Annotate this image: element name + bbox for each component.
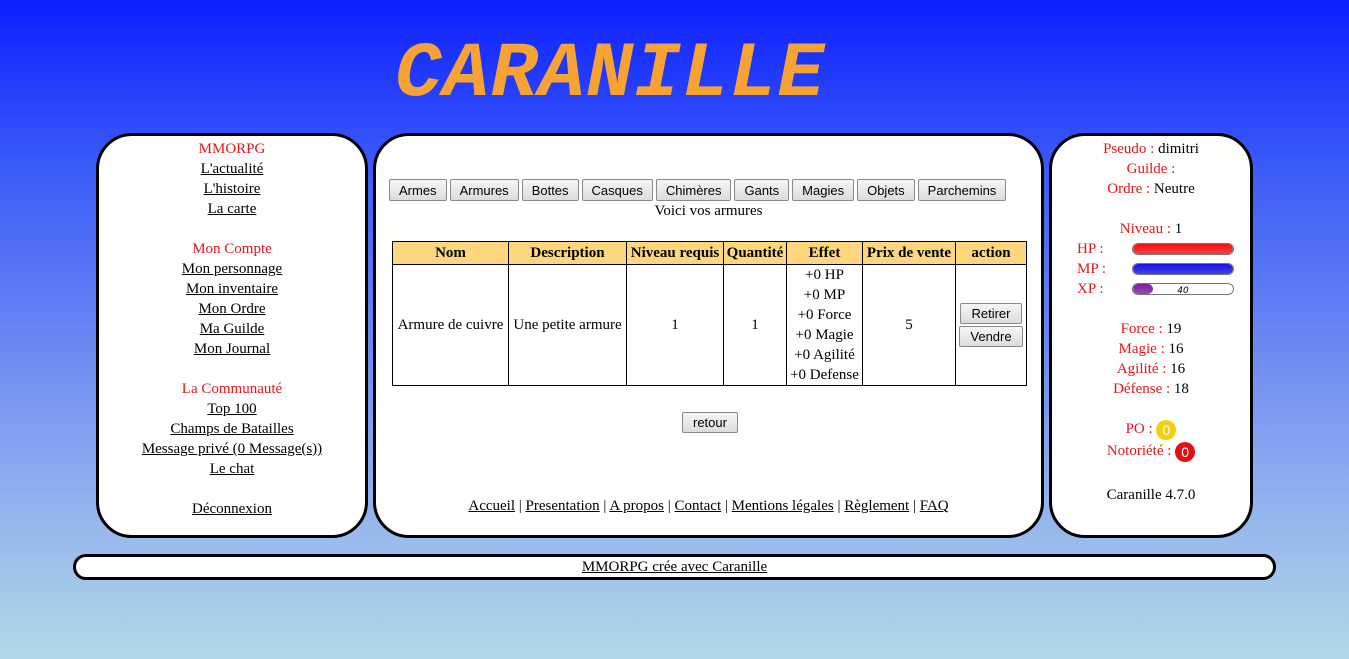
link-presentation[interactable]: Presentation (526, 498, 600, 514)
force-label: Force : (1120, 321, 1163, 337)
xp-bar: 40 (1132, 283, 1234, 295)
main-content: Armes Armures Bottes Casques Chimères Ga… (373, 133, 1044, 538)
site-links: Accueil | Presentation | A propos | Cont… (468, 498, 949, 514)
col-header-action: action (955, 241, 1027, 265)
menu-link-carte[interactable]: La carte (99, 199, 365, 219)
tab-objets[interactable]: Objets (857, 179, 915, 201)
xp-label: XP : (1077, 281, 1104, 297)
inventory-table: Nom Description Niveau requis Quantité E… (392, 241, 1027, 386)
col-header-quantite: Quantité (723, 241, 787, 265)
menu-link-actualite[interactable]: L'actualité (99, 159, 365, 179)
force-value: 19 (1166, 321, 1182, 337)
item-description: Une petite armure (508, 264, 627, 386)
table-row: Armure de cuivre Une petite armure 1 1 +… (392, 264, 1027, 386)
effect-force: +0 Force (797, 307, 852, 323)
niveau-label: Niveau : (1119, 221, 1171, 237)
hp-bar (1132, 243, 1234, 255)
link-mentions[interactable]: Mentions légales (732, 498, 834, 514)
menu-link-top100[interactable]: Top 100 (99, 399, 365, 419)
menu-section-title: Mon Compte (192, 241, 272, 257)
effect-defense: +0 Defense (790, 367, 859, 383)
agilite-label: Agilité : (1116, 361, 1167, 377)
hp-label: HP : (1077, 241, 1104, 257)
agilite-value: 16 (1170, 361, 1186, 377)
xp-row: XP : 40 (1077, 279, 1250, 299)
vendre-button[interactable]: Vendre (959, 326, 1023, 347)
menu-section-title: MMORPG (198, 141, 266, 157)
menu-link-journal[interactable]: Mon Journal (99, 339, 365, 359)
item-price: 5 (862, 264, 956, 386)
hp-bar-fill (1133, 244, 1233, 254)
ordre-value: Neutre (1153, 181, 1195, 197)
menu-link-ordre[interactable]: Mon Ordre (99, 299, 365, 319)
item-level: 1 (626, 264, 724, 386)
defense-value: 18 (1173, 381, 1189, 397)
mp-bar (1132, 263, 1234, 275)
tab-armes[interactable]: Armes (389, 179, 447, 201)
ordre-label: Ordre : (1107, 181, 1151, 197)
po-label: PO : (1125, 421, 1153, 437)
link-accueil[interactable]: Accueil (468, 498, 515, 514)
item-name: Armure de cuivre (392, 264, 509, 386)
pseudo-value: dimitri (1158, 141, 1199, 157)
menu-section-title: La Communauté (181, 381, 283, 397)
link-contact[interactable]: Contact (674, 498, 721, 514)
notoriete-label: Notoriété : (1106, 443, 1172, 459)
notoriete-badge-icon: 0 (1175, 441, 1196, 462)
item-quantity: 1 (723, 264, 787, 386)
col-header-nom: Nom (392, 241, 509, 265)
col-header-niveau: Niveau requis (626, 241, 724, 265)
niveau-value: 1 (1174, 221, 1183, 237)
guilde-label: Guilde : (1126, 161, 1176, 177)
retour-button[interactable]: retour (682, 412, 738, 433)
section-subtitle: Voici vos armures (654, 203, 763, 219)
magie-value: 16 (1168, 341, 1184, 357)
effect-mp: +0 MP (803, 287, 846, 303)
col-header-prix: Prix de vente (862, 241, 956, 265)
menu-link-batailles[interactable]: Champs de Batailles (99, 419, 365, 439)
po-coin-icon: 0 (1156, 419, 1177, 440)
menu-link-messages[interactable]: Message privé (0 Message(s)) (99, 439, 365, 459)
tab-parchemins[interactable]: Parchemins (917, 179, 1007, 201)
item-actions: Retirer Vendre (955, 264, 1027, 386)
character-stats: Pseudo : dimitri Guilde : Ordre : Neutre… (1049, 133, 1253, 538)
tab-gants[interactable]: Gants (734, 179, 790, 201)
site-logo: CARANILLE (395, 31, 826, 119)
magie-label: Magie : (1118, 341, 1165, 357)
menu-link-personnage[interactable]: Mon personnage (99, 259, 365, 279)
page-footer: MMORPG crée avec Caranille (73, 554, 1276, 580)
effect-hp: +0 HP (805, 267, 844, 283)
tab-casques[interactable]: Casques (581, 179, 653, 201)
footer-link[interactable]: MMORPG crée avec Caranille (582, 559, 767, 575)
tab-armures[interactable]: Armures (449, 179, 519, 201)
menu-link-inventaire[interactable]: Mon inventaire (99, 279, 365, 299)
link-apropos[interactable]: A propos (609, 498, 664, 514)
tab-magies[interactable]: Magies (792, 179, 855, 201)
link-faq[interactable]: FAQ (920, 498, 949, 514)
menu-link-histoire[interactable]: L'histoire (99, 179, 365, 199)
menu-link-chat[interactable]: Le chat (99, 459, 365, 479)
table-header-row: Nom Description Niveau requis Quantité E… (392, 241, 1027, 265)
item-effects: +0 HP +0 MP +0 Force +0 Magie +0 Agilité… (786, 264, 863, 386)
pseudo-label: Pseudo : (1103, 141, 1155, 157)
defense-label: Défense : (1113, 381, 1171, 397)
col-header-effet: Effet (786, 241, 863, 265)
link-reglement[interactable]: Règlement (844, 498, 909, 514)
version-text: Caranille 4.7.0 (1106, 487, 1196, 503)
mp-bar-fill (1133, 264, 1233, 274)
retirer-button[interactable]: Retirer (960, 303, 1022, 324)
effect-magie: +0 Magie (795, 327, 854, 343)
mp-label: MP : (1077, 261, 1107, 277)
category-tabs: Armes Armures Bottes Casques Chimères Ga… (389, 179, 1007, 201)
xp-value: 40 (1177, 286, 1189, 295)
mp-row: MP : (1077, 259, 1250, 279)
logout-link[interactable]: Déconnexion (99, 499, 365, 519)
menu-link-guilde[interactable]: Ma Guilde (99, 319, 365, 339)
left-menu: MMORPG L'actualité L'histoire La carte M… (96, 133, 368, 538)
hp-row: HP : (1077, 239, 1250, 259)
tab-chimeres[interactable]: Chimères (655, 179, 732, 201)
effect-agilite: +0 Agilité (794, 347, 855, 363)
tab-bottes[interactable]: Bottes (521, 179, 579, 201)
col-header-description: Description (508, 241, 627, 265)
